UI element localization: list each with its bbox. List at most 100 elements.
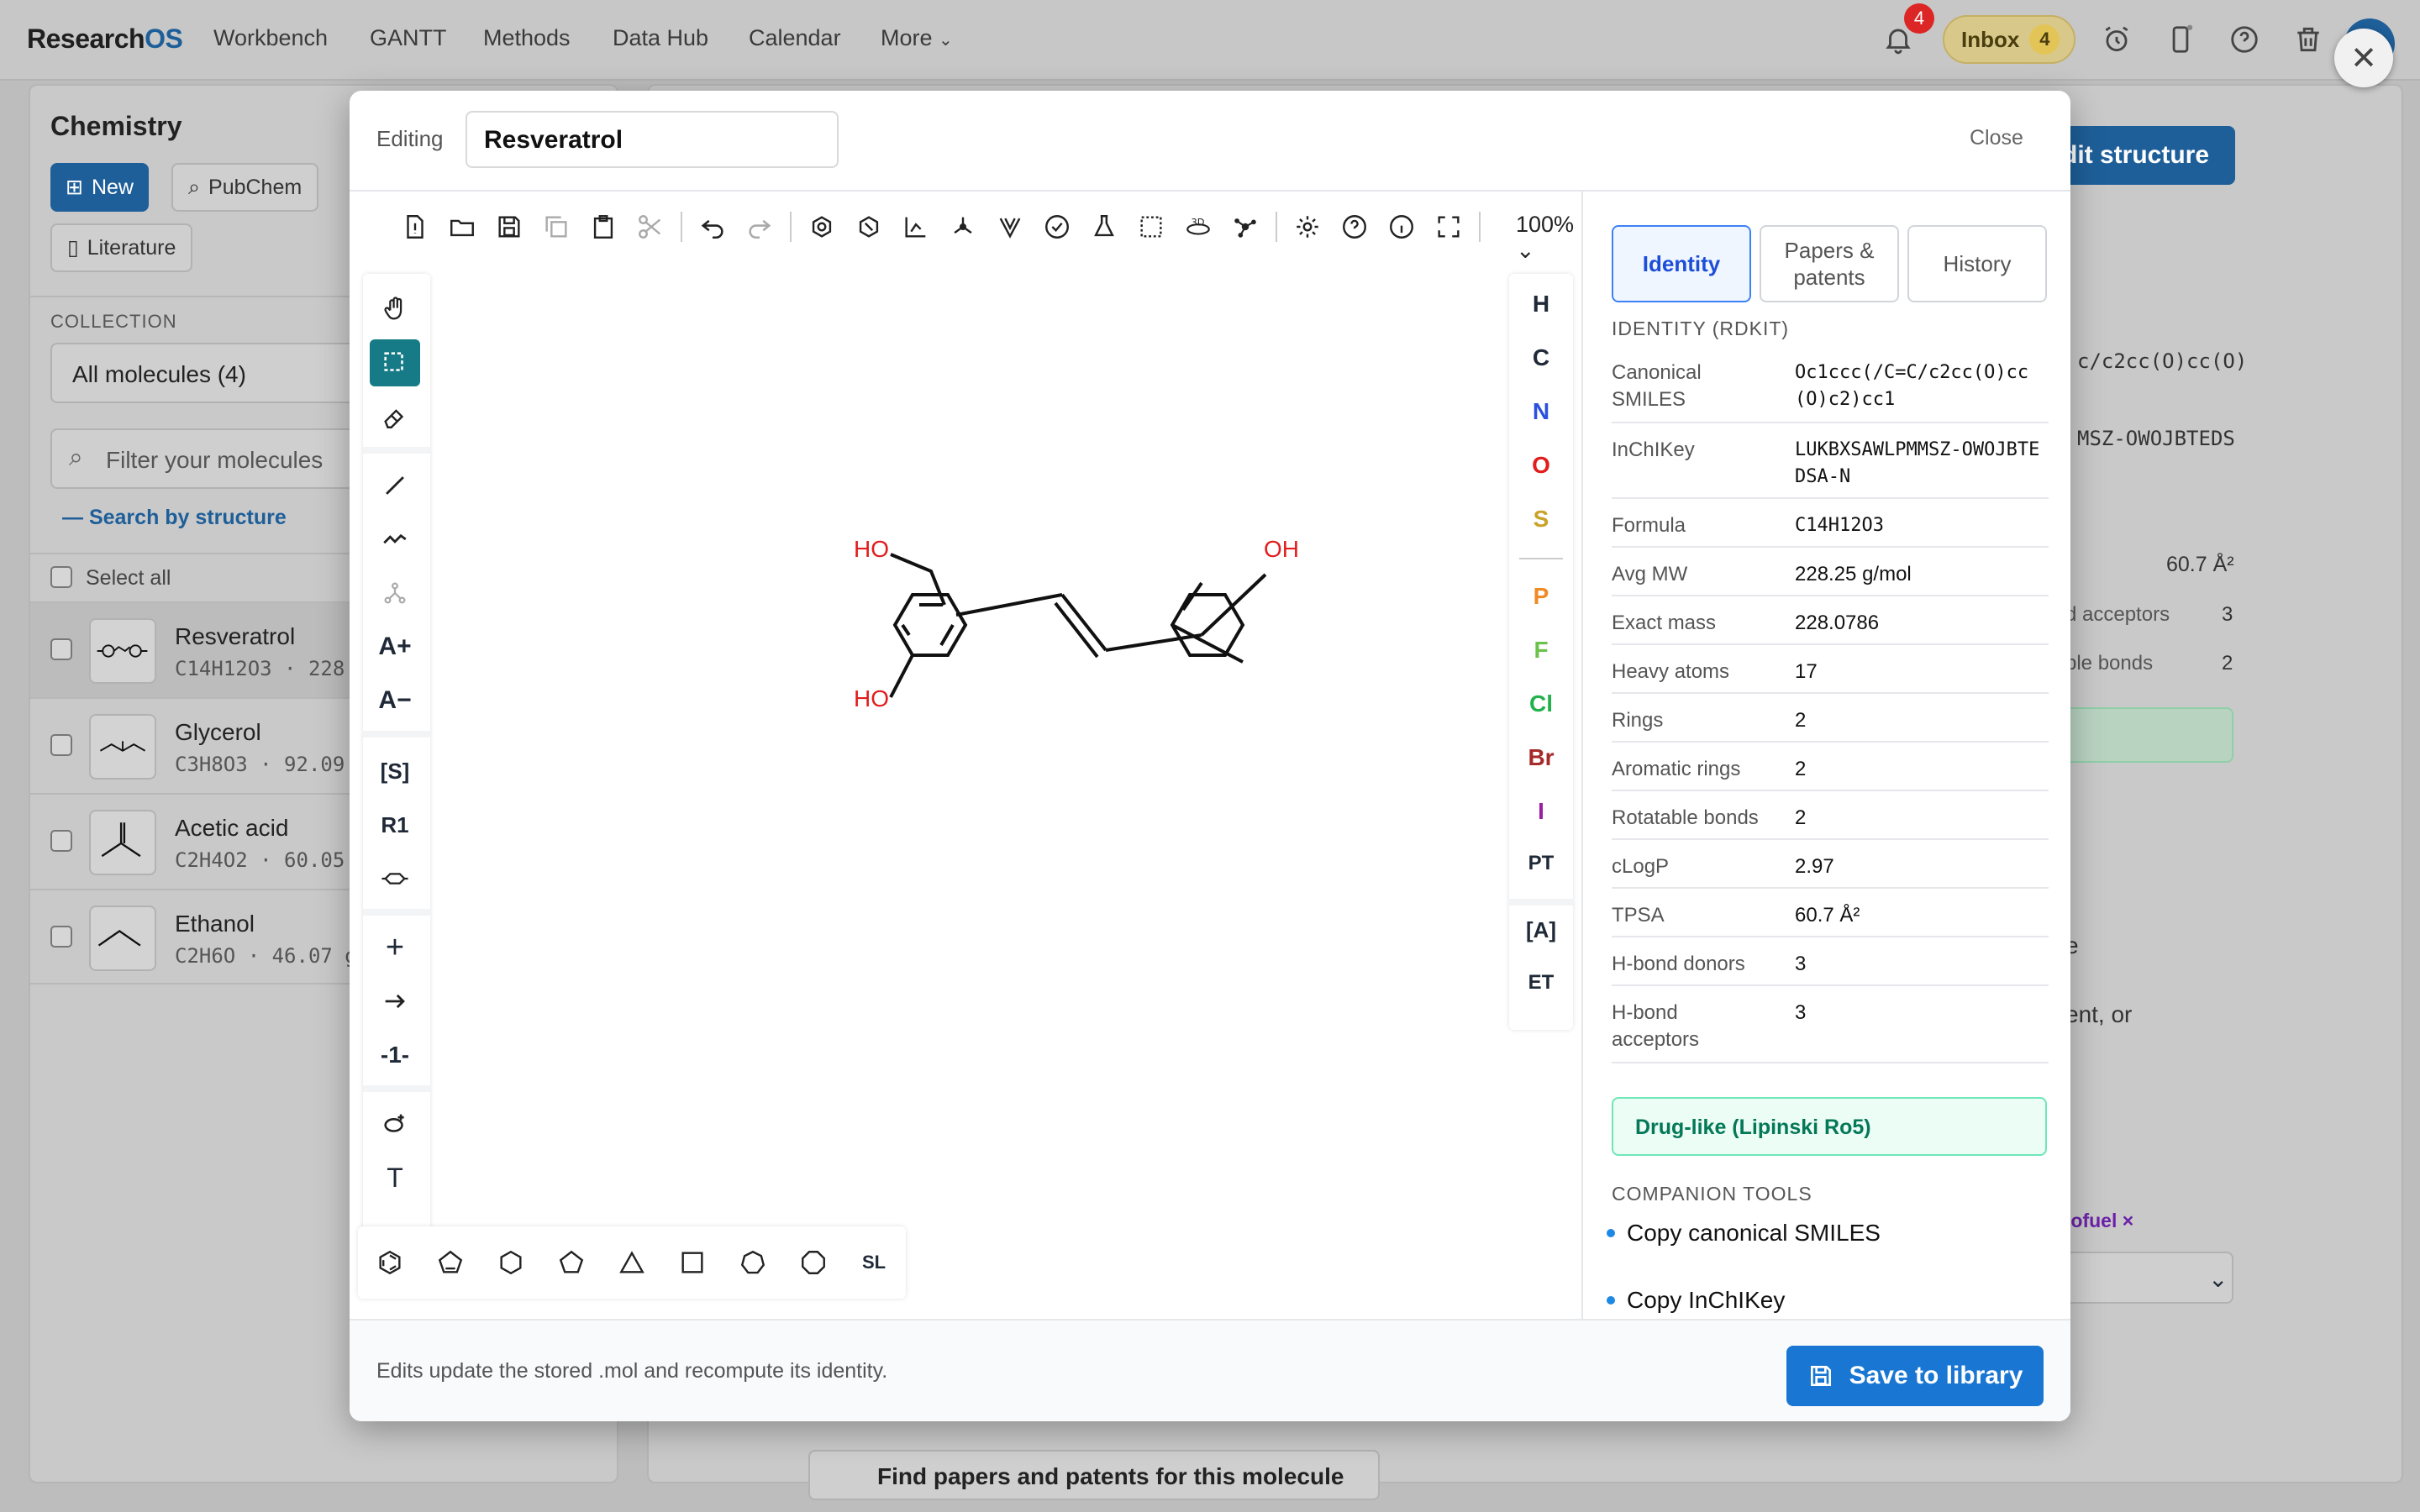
single-bond-icon[interactable] [370,462,420,509]
nav-gantt[interactable]: GANTT [370,25,447,51]
charge-minus-icon[interactable]: A− [370,677,420,724]
select-dropdown[interactable]: ⌄ [2065,1252,2233,1304]
nav-calendar[interactable]: Calendar [749,25,841,51]
trash-icon[interactable] [2289,20,2328,59]
nav-workbench[interactable]: Workbench [213,25,328,51]
charge-plus-icon[interactable]: A+ [370,623,420,670]
template-icon[interactable] [370,855,420,902]
find-papers-button[interactable]: Find papers and patents for this molecul… [808,1450,1380,1500]
molecule-name-input[interactable]: Resveratrol [466,111,839,168]
stereo-bond-icon[interactable] [370,570,420,617]
eraser-icon[interactable] [370,393,420,440]
mapping-icon[interactable]: -1- [370,1032,420,1079]
cyclopentadiene-icon[interactable] [429,1241,472,1284]
element-n[interactable]: N [1509,398,1573,425]
inbox-button[interactable]: Inbox 4 [1943,15,2075,64]
row-checkbox[interactable] [50,638,72,660]
property-label: Avg MW [1612,563,1688,585]
element-cl[interactable]: Cl [1509,690,1573,717]
element-c[interactable]: C [1509,344,1573,371]
hand-icon[interactable] [370,286,420,333]
clipboard-icon[interactable] [580,203,627,250]
stereo-icon[interactable] [986,203,1034,250]
element-s[interactable]: S [1509,506,1573,533]
close-button[interactable]: Close [1970,126,2023,150]
new-file-icon[interactable] [392,203,439,250]
element-h[interactable]: H [1509,291,1573,318]
literature-button[interactable]: ▯ Literature [50,223,193,272]
rgroup-icon[interactable]: R1 [370,801,420,848]
app-logo[interactable]: ResearchOS [27,24,183,55]
alarm-icon[interactable] [2097,20,2136,59]
dearomatize-icon[interactable] [845,203,892,250]
explicit-hydrogens-icon[interactable] [1222,203,1269,250]
redo-icon[interactable] [736,203,783,250]
cut-icon[interactable] [627,203,674,250]
shape-icon[interactable] [370,1100,420,1147]
new-molecule-button[interactable]: ⊞ New [50,163,149,212]
cyclopropane-icon[interactable] [610,1241,654,1284]
row-checkbox[interactable] [50,734,72,756]
aromatize-icon[interactable] [798,203,845,250]
element-o[interactable]: O [1509,452,1573,479]
zoom-select[interactable]: 100% ⌄ [1516,212,1581,264]
tab-history[interactable]: History [1907,225,2047,302]
tab-papers-patents[interactable]: Papers & patents [1760,225,1899,302]
property-row: Formula C14H12O3 [1612,499,2049,548]
text-tool-icon[interactable]: T [370,1154,420,1201]
open-folder-icon[interactable] [439,203,486,250]
tag-chip[interactable]: iofuel × [2065,1210,2133,1232]
recognize-icon[interactable] [1128,203,1175,250]
structure-library-icon[interactable]: SL [852,1241,896,1284]
save-icon[interactable] [486,203,533,250]
clean-up-icon[interactable] [939,203,986,250]
mobile-device-icon[interactable] [2161,20,2200,59]
chevron-down-icon: ⌄ [939,31,953,50]
cycloheptane-icon[interactable] [731,1241,775,1284]
cyclohexane-icon[interactable] [489,1241,533,1284]
copy-icon[interactable] [533,203,580,250]
property-value: LUKBXSAWLPMMSZ-OWOJBTEDSA-N [1795,439,2040,487]
element-f[interactable]: F [1509,637,1573,664]
settings-icon[interactable] [1284,203,1331,250]
selection-icon[interactable] [370,339,420,386]
nav-more[interactable]: More ⌄ [881,25,953,51]
periodic-table-icon[interactable]: PT [1509,852,1573,875]
cyclobutane-icon[interactable] [671,1241,714,1284]
layout-icon[interactable] [892,203,939,250]
property-value: 3 [1795,1001,1807,1024]
pubchem-button[interactable]: ⌕ PubChem [171,163,319,212]
extended-table-icon[interactable]: ET [1509,971,1573,995]
save-to-library-button[interactable]: Save to library [1786,1346,2044,1406]
help-icon[interactable] [1331,203,1378,250]
element-p[interactable]: P [1509,583,1573,610]
close-icon[interactable]: ✕ [2334,29,2393,87]
nav-data-hub[interactable]: Data Hub [613,25,708,51]
flask-icon[interactable] [1081,203,1128,250]
sgroup-icon[interactable]: [S] [370,748,420,795]
cyclopentane-icon[interactable] [550,1241,593,1284]
element-i[interactable]: I [1509,798,1573,825]
chain-icon[interactable] [370,516,420,563]
copy-inchikey-link[interactable]: Copy InChIKey [1606,1287,1785,1314]
plus-icon[interactable]: + [370,924,420,971]
row-checkbox[interactable] [50,830,72,852]
nav-methods[interactable]: Methods [483,25,571,51]
any-atom-icon[interactable]: [A] [1509,917,1573,943]
benzene-icon[interactable] [368,1241,412,1284]
search-by-structure-link[interactable]: — Search by structure [62,506,287,530]
tab-identity[interactable]: Identity [1612,225,1751,302]
select-all-checkbox[interactable] [50,566,72,588]
element-br[interactable]: Br [1509,744,1573,771]
copy-smiles-link[interactable]: Copy canonical SMILES [1607,1220,1881,1247]
arrow-right-icon[interactable] [370,978,420,1025]
undo-icon[interactable] [689,203,736,250]
info-icon[interactable] [1378,203,1425,250]
molecule-canvas[interactable]: HO HO OH [442,267,1501,1216]
row-checkbox[interactable] [50,926,72,948]
help-icon[interactable] [2225,20,2264,59]
check-structure-icon[interactable] [1034,203,1081,250]
cyclooctane-icon[interactable] [792,1241,835,1284]
3d-viewer-icon[interactable]: 3D [1175,203,1222,250]
fullscreen-icon[interactable] [1425,203,1472,250]
